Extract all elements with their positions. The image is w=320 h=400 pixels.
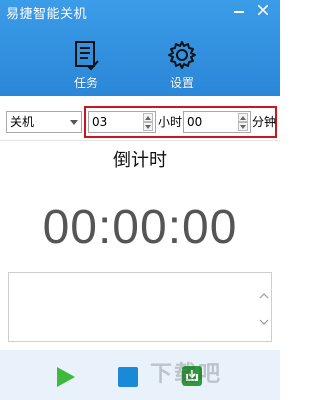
hours-value: 03 [92, 115, 108, 129]
start-button[interactable] [57, 367, 75, 387]
close-button[interactable] [252, 0, 274, 20]
settings-button[interactable]: 设置 [152, 40, 212, 92]
minutes-unit-label: 分钟 [252, 115, 277, 129]
minimize-button[interactable] [228, 0, 250, 20]
hours-stepper[interactable]: 03 [88, 111, 156, 133]
settings-label: 设置 [169, 76, 194, 90]
stop-button[interactable] [118, 367, 138, 387]
hours-decrement-button[interactable] [143, 122, 153, 131]
divider [0, 140, 280, 141]
action-select[interactable]: 关机 [6, 111, 82, 133]
action-select-value: 关机 [10, 115, 35, 129]
task-button[interactable]: 任务 [56, 40, 116, 92]
minutes-increment-button[interactable] [238, 113, 248, 122]
countdown-label: 倒计时 [113, 150, 167, 171]
minutes-value: 00 [187, 115, 203, 129]
timer-form: 关机 03 小时 00 分钟 [0, 104, 280, 140]
hours-unit-label: 小时 [158, 115, 183, 129]
countdown-time: 00:00:00 [42, 201, 238, 254]
watermark-logo: 下载吧 [150, 362, 223, 387]
bottom-bar [0, 350, 280, 400]
scroll-up-icon[interactable] [259, 291, 269, 301]
close-icon [258, 5, 268, 15]
chevron-down-icon [70, 120, 78, 125]
minutes-stepper[interactable]: 00 [183, 111, 251, 133]
log-textarea[interactable] [8, 272, 272, 342]
scroll-down-icon[interactable] [259, 317, 269, 327]
hours-increment-button[interactable] [143, 113, 153, 122]
gear-icon [168, 41, 196, 69]
task-label: 任务 [73, 76, 98, 90]
title-bar: 易捷智能关机 任务 设置 [0, 0, 280, 96]
minutes-decrement-button[interactable] [238, 122, 248, 131]
task-list-icon [75, 41, 99, 71]
window-title: 易捷智能关机 [6, 7, 88, 22]
